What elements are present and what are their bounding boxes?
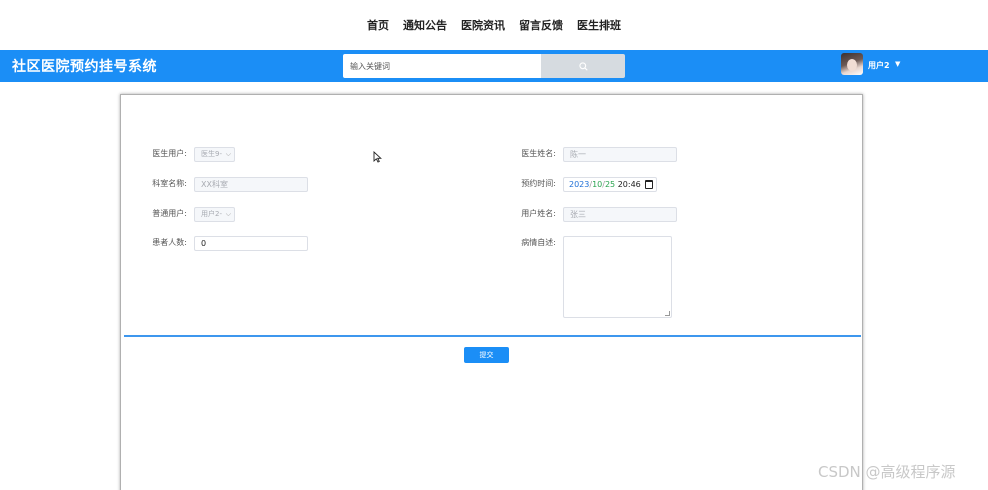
user-name-field[interactable]: 张三 xyxy=(563,207,677,222)
normal-user-select[interactable]: 用户2- ⌵ xyxy=(194,207,235,222)
doctor-user-select[interactable]: 医生9- ⌵ xyxy=(194,147,235,162)
appointment-month: 10 xyxy=(592,180,603,189)
nav-item-news[interactable]: 医院资讯 xyxy=(454,17,512,33)
form-divider xyxy=(124,335,861,337)
resize-handle-icon[interactable] xyxy=(665,311,670,316)
search-icon xyxy=(578,61,588,71)
dept-name-field[interactable]: XX科室 xyxy=(194,177,308,192)
doctor-user-label: 医生用户: xyxy=(152,149,187,158)
user-name[interactable]: 用户2 xyxy=(868,60,890,71)
nav-item-feedback[interactable]: 留言反馈 xyxy=(512,17,570,33)
header-bar: 社区医院预约挂号系统 用户2 ▼ xyxy=(0,50,988,82)
patient-count-label: 患者人数: xyxy=(152,238,187,247)
patient-count-field[interactable]: 0 xyxy=(194,236,308,251)
appointment-time-field[interactable]: 2023/10/25 20:46 xyxy=(563,177,657,192)
search-input[interactable] xyxy=(343,54,541,78)
doctor-user-value: 医生9- xyxy=(201,150,222,158)
doctor-name-label: 医生姓名: xyxy=(521,149,556,158)
avatar[interactable] xyxy=(841,53,863,75)
calendar-icon[interactable] xyxy=(645,180,653,189)
appointment-form: 医生用户: 医生9- ⌵ 科室名称: XX科室 普通用户: 用户2- ⌵ 患者人… xyxy=(120,94,863,490)
top-navigation: 首页 通知公告 医院资讯 留言反馈 医生排班 xyxy=(0,0,988,50)
doctor-name-field[interactable]: 陈一 xyxy=(563,147,677,162)
chevron-down-icon: ⌵ xyxy=(225,150,231,158)
appointment-year: 2023 xyxy=(569,180,590,189)
nav-item-schedule[interactable]: 医生排班 xyxy=(570,17,628,33)
chevron-down-icon: ⌵ xyxy=(225,210,231,218)
condition-textarea[interactable] xyxy=(563,236,672,318)
normal-user-label: 普通用户: xyxy=(152,209,187,218)
submit-button[interactable]: 提交 xyxy=(464,347,509,363)
appointment-clock: 20:46 xyxy=(617,180,641,189)
normal-user-value: 用户2- xyxy=(201,210,222,218)
nav-item-home[interactable]: 首页 xyxy=(360,17,396,33)
caret-down-icon[interactable]: ▼ xyxy=(895,60,900,68)
watermark: CSDN @高级程序源 xyxy=(818,463,956,481)
condition-label: 病情自述: xyxy=(521,238,556,247)
mouse-cursor-icon xyxy=(373,151,382,163)
appointment-time-label: 预约时间: xyxy=(521,179,556,188)
search-button[interactable] xyxy=(541,54,625,78)
user-name-label: 用户姓名: xyxy=(521,209,556,218)
dept-name-label: 科室名称: xyxy=(152,179,187,188)
appointment-day: 25 xyxy=(604,180,616,189)
nav-item-notices[interactable]: 通知公告 xyxy=(396,17,454,33)
site-title: 社区医院预约挂号系统 xyxy=(12,59,157,75)
